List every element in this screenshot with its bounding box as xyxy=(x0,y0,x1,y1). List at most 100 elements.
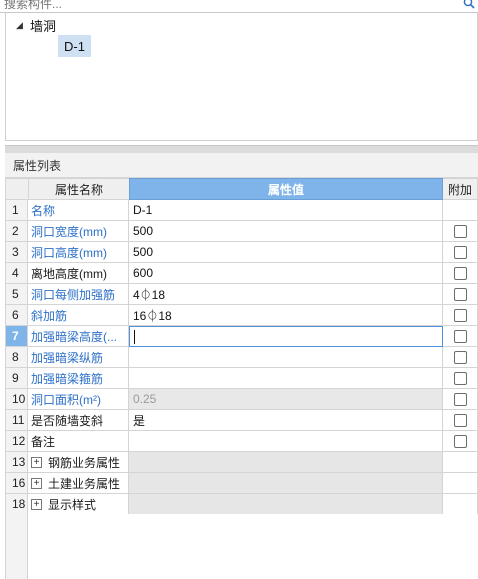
property-name-cell: 洞口每侧加强筋 xyxy=(28,284,129,305)
extra-cell xyxy=(443,326,478,347)
table-row[interactable]: 8 加强暗梁纵筋 xyxy=(5,347,478,368)
property-name-label: 离地高度(mm) xyxy=(31,266,107,281)
property-value-cell[interactable] xyxy=(129,431,443,452)
property-value-cell xyxy=(129,473,443,494)
table-row[interactable]: 6 斜加筋 16⏀18 xyxy=(5,305,478,326)
header-extra[interactable]: 附加 xyxy=(443,178,478,200)
property-name-label: 是否随墙变斜 xyxy=(31,413,104,428)
group-name-cell[interactable]: + 土建业务属性 xyxy=(28,473,129,494)
property-value-text: 500 xyxy=(133,224,154,238)
property-name-cell: 加强暗梁纵筋 xyxy=(28,347,129,368)
attach-checkbox[interactable] xyxy=(453,434,467,448)
property-name-cell: 备注 xyxy=(28,431,129,452)
attach-checkbox[interactable] xyxy=(453,371,467,385)
extra-cell xyxy=(443,473,478,494)
table-row[interactable]: 2 洞口宽度(mm) 500 xyxy=(5,221,478,242)
collapse-toggle-icon[interactable]: ◢ xyxy=(16,20,30,31)
attach-checkbox[interactable] xyxy=(453,413,467,427)
property-value-cell[interactable]: 600 xyxy=(129,263,443,284)
property-name-label: 斜加筋 xyxy=(31,308,68,323)
table-row[interactable]: 3 洞口高度(mm) 500 xyxy=(5,242,478,263)
property-name-cell: 加强暗梁高度(... xyxy=(28,326,129,347)
property-value-cell[interactable]: 500 xyxy=(129,221,443,242)
property-name-cell: 洞口宽度(mm) xyxy=(28,221,129,242)
tree-node-d1[interactable]: D-1 xyxy=(58,35,91,57)
table-row[interactable]: 18 + 显示样式 xyxy=(5,494,478,515)
table-row[interactable]: 4 离地高度(mm) 600 xyxy=(5,263,478,284)
attach-checkbox[interactable] xyxy=(453,245,467,259)
group-name-cell[interactable]: + 显示样式 xyxy=(28,494,129,515)
header-value[interactable]: 属性值 xyxy=(129,178,443,200)
attach-checkbox[interactable] xyxy=(453,266,467,280)
search-input[interactable] xyxy=(4,0,444,12)
property-name-cell: 洞口高度(mm) xyxy=(28,242,129,263)
attach-checkbox[interactable] xyxy=(453,392,467,406)
expand-plus-icon[interactable]: + xyxy=(31,477,42,489)
property-value-cell[interactable]: 是 xyxy=(129,410,443,431)
property-value-cell[interactable] xyxy=(129,368,443,389)
row-number: 12 xyxy=(5,431,28,452)
extra-cell xyxy=(443,284,478,305)
row-number: 13 xyxy=(5,452,28,473)
property-name-cell: 斜加筋 xyxy=(28,305,129,326)
table-row[interactable]: 11 是否随墙变斜 是 xyxy=(5,410,478,431)
property-name-label: 加强暗梁箍筋 xyxy=(31,371,104,386)
property-value-cell[interactable]: D-1 xyxy=(129,200,443,221)
property-value-cell[interactable]: 4⏀18 xyxy=(129,284,443,305)
search-icon[interactable] xyxy=(463,0,475,9)
row-number: 7 xyxy=(5,326,28,347)
expand-plus-icon[interactable]: + xyxy=(31,498,42,510)
row-number: 16 xyxy=(5,473,28,494)
property-value-editor[interactable] xyxy=(129,326,443,347)
grid-blank xyxy=(28,514,478,579)
property-value-text: 0.25 xyxy=(133,392,157,406)
text-caret xyxy=(134,329,135,344)
table-row[interactable]: 10 洞口面积(m²) 0.25 xyxy=(5,389,478,410)
property-value-text: 500 xyxy=(133,245,154,259)
property-name-label: 洞口高度(mm) xyxy=(31,245,107,260)
attach-checkbox[interactable] xyxy=(453,308,467,322)
extra-cell xyxy=(443,263,478,284)
table-row[interactable]: 13 + 钢筋业务属性 xyxy=(5,452,478,473)
attach-checkbox[interactable] xyxy=(453,287,467,301)
header-name[interactable]: 属性名称 xyxy=(28,178,129,200)
attach-checkbox[interactable] xyxy=(453,350,467,364)
property-value-cell[interactable] xyxy=(129,347,443,368)
table-row[interactable]: 12 备注 xyxy=(5,431,478,452)
row-number: 8 xyxy=(5,347,28,368)
grid-empty-area xyxy=(5,514,478,579)
property-value-text: 16⏀18 xyxy=(133,308,172,323)
property-value-cell xyxy=(129,494,443,515)
property-name-label: 加强暗梁纵筋 xyxy=(31,350,104,365)
extra-cell xyxy=(443,200,478,221)
property-name-label: 显示样式 xyxy=(48,497,97,512)
panel-splitter[interactable] xyxy=(5,145,478,153)
property-value-cell[interactable]: 500 xyxy=(129,242,443,263)
extra-cell xyxy=(443,242,478,263)
property-name-cell: 离地高度(mm) xyxy=(28,263,129,284)
row-number-column xyxy=(5,514,28,579)
group-name-cell[interactable]: + 钢筋业务属性 xyxy=(28,452,129,473)
property-name-label: 名称 xyxy=(31,203,56,218)
extra-cell xyxy=(443,305,478,326)
expand-plus-icon[interactable]: + xyxy=(31,456,42,468)
table-row[interactable]: 9 加强暗梁箍筋 xyxy=(5,368,478,389)
property-name-cell: 名称 xyxy=(28,200,129,221)
attach-checkbox[interactable] xyxy=(453,329,467,343)
property-name-cell: 是否随墙变斜 xyxy=(28,410,129,431)
table-row[interactable]: 1 名称 D-1 xyxy=(5,200,478,221)
tree-node-root[interactable]: ◢ 墙洞 xyxy=(16,15,56,35)
table-row[interactable]: 16 + 土建业务属性 xyxy=(5,473,478,494)
property-value-text: 是 xyxy=(133,413,146,428)
extra-cell xyxy=(443,347,478,368)
property-name-cell: 洞口面积(m²) xyxy=(28,389,129,410)
extra-cell xyxy=(443,368,478,389)
table-row[interactable]: 7 加强暗梁高度(... xyxy=(5,326,478,347)
property-panel-title: 属性列表 xyxy=(5,153,478,178)
row-number: 4 xyxy=(5,263,28,284)
attach-checkbox[interactable] xyxy=(453,224,467,238)
property-value-cell xyxy=(129,452,443,473)
property-value-cell[interactable]: 16⏀18 xyxy=(129,305,443,326)
header-row-number xyxy=(5,178,28,200)
table-row[interactable]: 5 洞口每侧加强筋 4⏀18 xyxy=(5,284,478,305)
